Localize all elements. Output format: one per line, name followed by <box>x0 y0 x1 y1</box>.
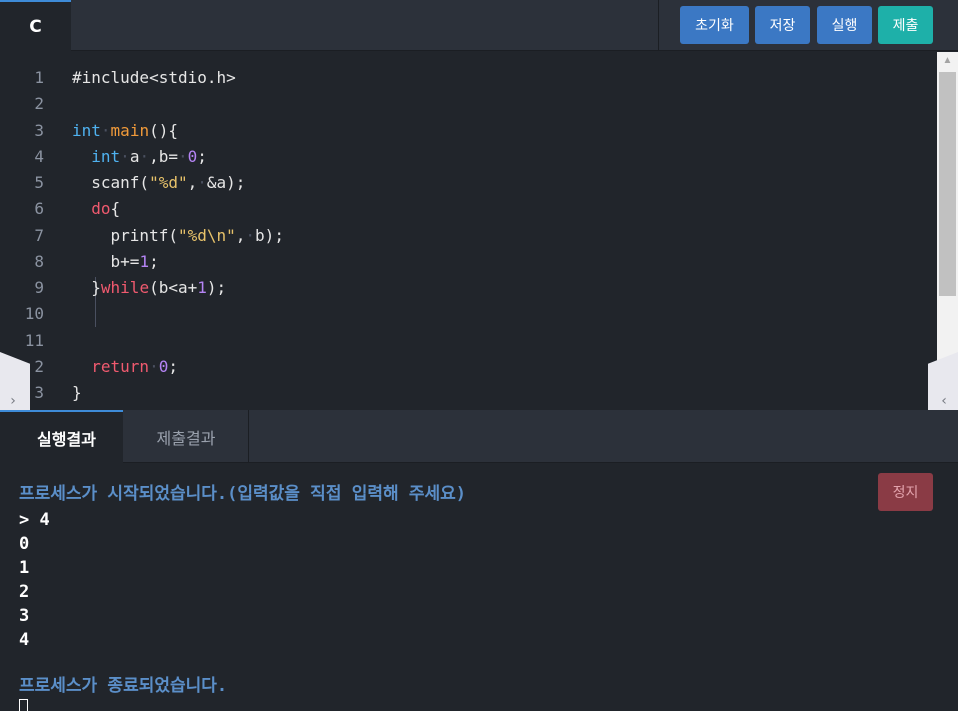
console-output-line: 4 <box>19 630 30 650</box>
line-number: 10 <box>24 304 44 323</box>
code-line: int·main(){ <box>72 121 178 140</box>
language-tab-c[interactable]: C <box>0 0 71 51</box>
tab-run-result[interactable]: 실행결과 <box>0 410 123 463</box>
code-line: #include<stdio.h> <box>72 68 236 87</box>
code-line: scanf("%d",·&a); <box>72 173 246 192</box>
submit-button[interactable]: 제출 <box>878 6 933 44</box>
line-number: 4 <box>34 147 44 166</box>
editor-toolbar: C 초기화 저장 실행 제출 <box>0 0 958 51</box>
code-line: b+=1; <box>72 252 159 271</box>
code-line: }while(b<a+1); <box>72 278 227 297</box>
code-line: return·0; <box>91 357 178 376</box>
code-line: int·a·,b=·0; <box>91 147 207 166</box>
line-number: 2 <box>34 94 44 113</box>
code-editor[interactable]: 1 2 3 4 5 6 7 8 9 10 11 2 3 #include<std… <box>0 52 958 410</box>
stop-button[interactable]: 정지 <box>878 473 933 511</box>
line-number: 7 <box>34 226 44 245</box>
chevron-left-icon: ‹ <box>941 393 947 409</box>
process-end-message: 프로세스가 종료되었습니다. <box>19 676 228 696</box>
console-output-line: 2 <box>19 582 30 602</box>
tab-submit-result[interactable]: 제출결과 <box>124 410 249 463</box>
code-line: do{ <box>91 199 121 218</box>
process-start-message: 프로세스가 시작되었습니다.(입력값을 직접 입력해 주세요) <box>19 484 467 504</box>
reset-button[interactable]: 초기화 <box>680 6 749 44</box>
toolbar-divider <box>658 0 659 51</box>
scrollbar-thumb[interactable] <box>939 72 956 296</box>
run-button[interactable]: 실행 <box>817 6 872 44</box>
console-output-line: 0 <box>19 534 30 554</box>
line-number: 11 <box>24 331 44 350</box>
console-cursor <box>19 699 28 711</box>
line-number: 1 <box>34 68 44 87</box>
console-output-line: 3 <box>19 606 30 626</box>
chevron-right-icon: › <box>10 393 16 409</box>
console-input-line: > 4 <box>19 510 50 530</box>
console-output-line: 1 <box>19 558 30 578</box>
line-number: 6 <box>34 199 44 218</box>
code-line: printf("%d\n",·b); <box>72 226 284 245</box>
console-output[interactable]: 프로세스가 시작되었습니다.(입력값을 직접 입력해 주세요) > 4 0 1 … <box>0 464 958 711</box>
scroll-up-arrow-icon[interactable]: ▲ <box>937 52 958 70</box>
code-line: } <box>72 383 82 402</box>
save-button[interactable]: 저장 <box>755 6 810 44</box>
line-number: 5 <box>34 173 44 192</box>
line-number: 3 <box>34 121 44 140</box>
line-number: 8 <box>34 252 44 271</box>
result-tabs: 실행결과 제출결과 <box>0 410 958 463</box>
line-number: 9 <box>34 278 44 297</box>
